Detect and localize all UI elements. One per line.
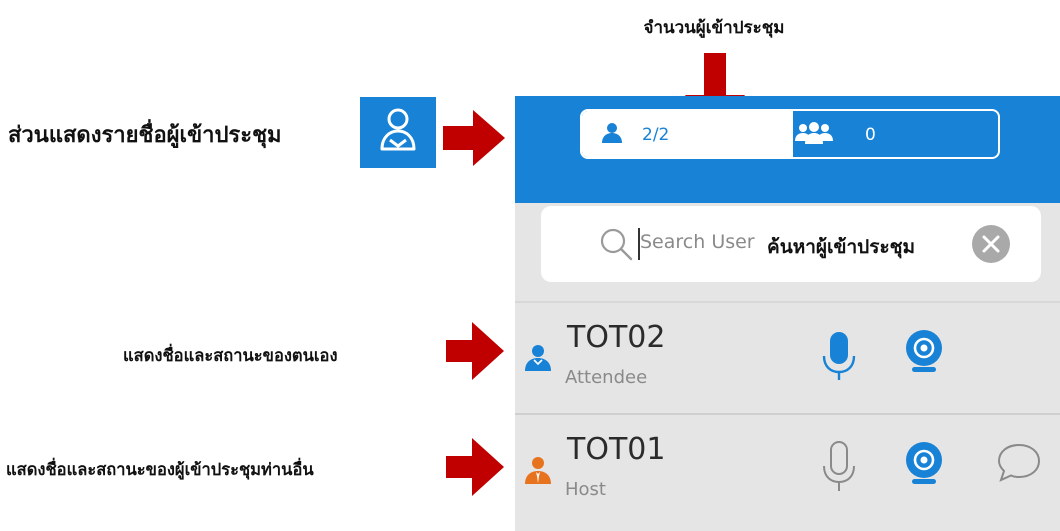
divider	[515, 413, 1060, 415]
search-bar: Search User ค้นหาผู้เข้าประชุม	[541, 206, 1041, 282]
tab-groups[interactable]	[793, 111, 998, 157]
arrow-right-icon	[443, 110, 505, 166]
participants-panel: 2/2 0 Search User ค้นหาผู้เข้าประชุม TOT…	[515, 96, 1060, 531]
participant-role: Host	[565, 479, 606, 500]
annotation-other-row: แสดงชื่อและสถานะของผู้เข้าประชุมท่านอื่น	[6, 460, 314, 479]
panel-header: 2/2 0	[515, 96, 1060, 203]
annotation-roster-section: ส่วนแสดงรายชื่อผู้เข้าประชุม	[8, 123, 282, 148]
divider	[515, 301, 1060, 303]
groups-count: 0	[865, 125, 876, 145]
host-user-icon	[523, 456, 553, 490]
participant-row-self[interactable]: TOT02 Attendee	[515, 304, 1060, 412]
arrow-right-icon	[446, 438, 504, 496]
mic-icon[interactable]	[821, 330, 857, 386]
roster-icon	[360, 97, 436, 168]
annotation-search-hint: ค้นหาผู้เข้าประชุม	[767, 236, 916, 258]
participant-role: Attendee	[565, 367, 648, 388]
search-icon	[599, 227, 633, 265]
camera-icon[interactable]	[904, 440, 944, 494]
participant-tabs: 2/2 0	[580, 109, 1000, 159]
user-icon	[600, 122, 624, 148]
arrow-right-icon	[446, 322, 504, 380]
clear-search-icon[interactable]	[972, 225, 1010, 267]
chat-icon[interactable]	[996, 442, 1042, 488]
annotation-participant-count: จำนวนผู้เข้าประชุม	[643, 18, 785, 38]
participant-name: TOT02	[567, 320, 666, 355]
group-users-icon	[795, 121, 833, 149]
search-input[interactable]: Search User	[640, 231, 755, 253]
tab-attendees[interactable]: 2/2	[582, 111, 793, 157]
participant-name: TOT01	[567, 432, 666, 467]
participant-row-other[interactable]: TOT01 Host	[515, 416, 1060, 524]
camera-icon[interactable]	[904, 328, 944, 382]
mic-icon[interactable]	[821, 440, 857, 498]
user-icon	[523, 344, 553, 376]
attendees-count: 2/2	[642, 125, 670, 145]
annotation-self-row: แสดงชื่อและสถานะของตนเอง	[123, 346, 338, 365]
